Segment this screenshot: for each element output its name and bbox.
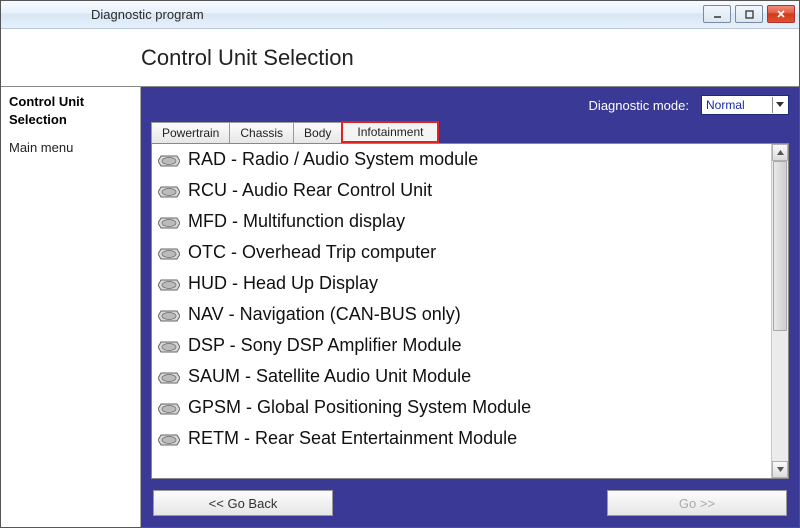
list-item-label: MFD - Multifunction display bbox=[188, 211, 405, 232]
close-button[interactable] bbox=[767, 5, 795, 23]
list-item-label: HUD - Head Up Display bbox=[188, 273, 378, 294]
list-item-label: RCU - Audio Rear Control Unit bbox=[188, 180, 432, 201]
scrollbar[interactable] bbox=[771, 144, 788, 478]
tab-powertrain[interactable]: Powertrain bbox=[151, 122, 230, 143]
titlebar: Diagnostic program bbox=[1, 1, 799, 29]
ecu-icon bbox=[158, 183, 180, 199]
bottom-bar: << Go Back Go >> bbox=[151, 485, 789, 521]
main-area: Control Unit Selection Main menu Diagnos… bbox=[1, 87, 799, 527]
go-back-button[interactable]: << Go Back bbox=[153, 490, 333, 516]
list-item[interactable]: HUD - Head Up Display bbox=[152, 268, 771, 299]
list-item[interactable]: RCU - Audio Rear Control Unit bbox=[152, 175, 771, 206]
ecu-icon bbox=[158, 400, 180, 416]
list-item[interactable]: RETM - Rear Seat Entertainment Module bbox=[152, 423, 771, 454]
list-item[interactable]: NAV - Navigation (CAN-BUS only) bbox=[152, 299, 771, 330]
close-icon bbox=[776, 9, 786, 19]
scroll-thumb[interactable] bbox=[773, 161, 787, 331]
scroll-track[interactable] bbox=[772, 161, 788, 461]
tab-strip: Powertrain Chassis Body Infotainment bbox=[151, 121, 789, 143]
sidebar: Control Unit Selection Main menu bbox=[1, 87, 141, 527]
module-list-inner: RAD - Radio / Audio System module RCU - … bbox=[152, 144, 771, 478]
list-item[interactable]: GPSM - Global Positioning System Module bbox=[152, 392, 771, 423]
scroll-up-button[interactable] bbox=[772, 144, 788, 161]
list-item-label: RAD - Radio / Audio System module bbox=[188, 149, 478, 170]
maximize-button[interactable] bbox=[735, 5, 763, 23]
scroll-down-button[interactable] bbox=[772, 461, 788, 478]
list-item-label: GPSM - Global Positioning System Module bbox=[188, 397, 531, 418]
ecu-icon bbox=[158, 152, 180, 168]
ecu-icon bbox=[158, 214, 180, 230]
minimize-button[interactable] bbox=[703, 5, 731, 23]
diagnostic-mode-select[interactable]: Normal bbox=[701, 95, 789, 115]
ecu-icon bbox=[158, 431, 180, 447]
list-item-label: SAUM - Satellite Audio Unit Module bbox=[188, 366, 471, 387]
ecu-icon bbox=[158, 307, 180, 323]
chevron-down-icon bbox=[777, 467, 784, 472]
list-item[interactable]: MFD - Multifunction display bbox=[152, 206, 771, 237]
maximize-icon bbox=[745, 10, 754, 19]
ecu-icon bbox=[158, 369, 180, 385]
page-title: Control Unit Selection bbox=[141, 45, 354, 71]
list-item[interactable]: SAUM - Satellite Audio Unit Module bbox=[152, 361, 771, 392]
content-panel: Diagnostic mode: Normal Powertrain Chass… bbox=[141, 87, 799, 527]
list-item[interactable]: DSP - Sony DSP Amplifier Module bbox=[152, 330, 771, 361]
list-item-label: NAV - Navigation (CAN-BUS only) bbox=[188, 304, 461, 325]
tab-body[interactable]: Body bbox=[293, 122, 342, 143]
ecu-icon bbox=[158, 276, 180, 292]
window-controls bbox=[703, 5, 795, 23]
tab-chassis[interactable]: Chassis bbox=[229, 122, 294, 143]
list-item[interactable]: RAD - Radio / Audio System module bbox=[152, 144, 771, 175]
ecu-icon bbox=[158, 245, 180, 261]
list-item[interactable]: OTC - Overhead Trip computer bbox=[152, 237, 771, 268]
mode-row: Diagnostic mode: Normal bbox=[151, 93, 789, 117]
go-button[interactable]: Go >> bbox=[607, 490, 787, 516]
minimize-icon bbox=[713, 10, 722, 19]
module-list: RAD - Radio / Audio System module RCU - … bbox=[151, 143, 789, 479]
sidebar-item-main-menu[interactable]: Main menu bbox=[9, 139, 132, 157]
window-title: Diagnostic program bbox=[91, 7, 204, 22]
chevron-up-icon bbox=[777, 150, 784, 155]
ecu-icon bbox=[158, 338, 180, 354]
diagnostic-mode-value: Normal bbox=[706, 98, 745, 112]
list-item-label: OTC - Overhead Trip computer bbox=[188, 242, 436, 263]
list-item-label: RETM - Rear Seat Entertainment Module bbox=[188, 428, 517, 449]
chevron-down-icon bbox=[772, 97, 786, 113]
sidebar-heading-line2: Selection bbox=[9, 111, 132, 129]
list-item-label: DSP - Sony DSP Amplifier Module bbox=[188, 335, 461, 356]
header: Control Unit Selection bbox=[1, 29, 799, 87]
sidebar-heading-line1: Control Unit bbox=[9, 93, 132, 111]
tab-infotainment[interactable]: Infotainment bbox=[341, 121, 439, 143]
diagnostic-mode-label: Diagnostic mode: bbox=[589, 98, 689, 113]
